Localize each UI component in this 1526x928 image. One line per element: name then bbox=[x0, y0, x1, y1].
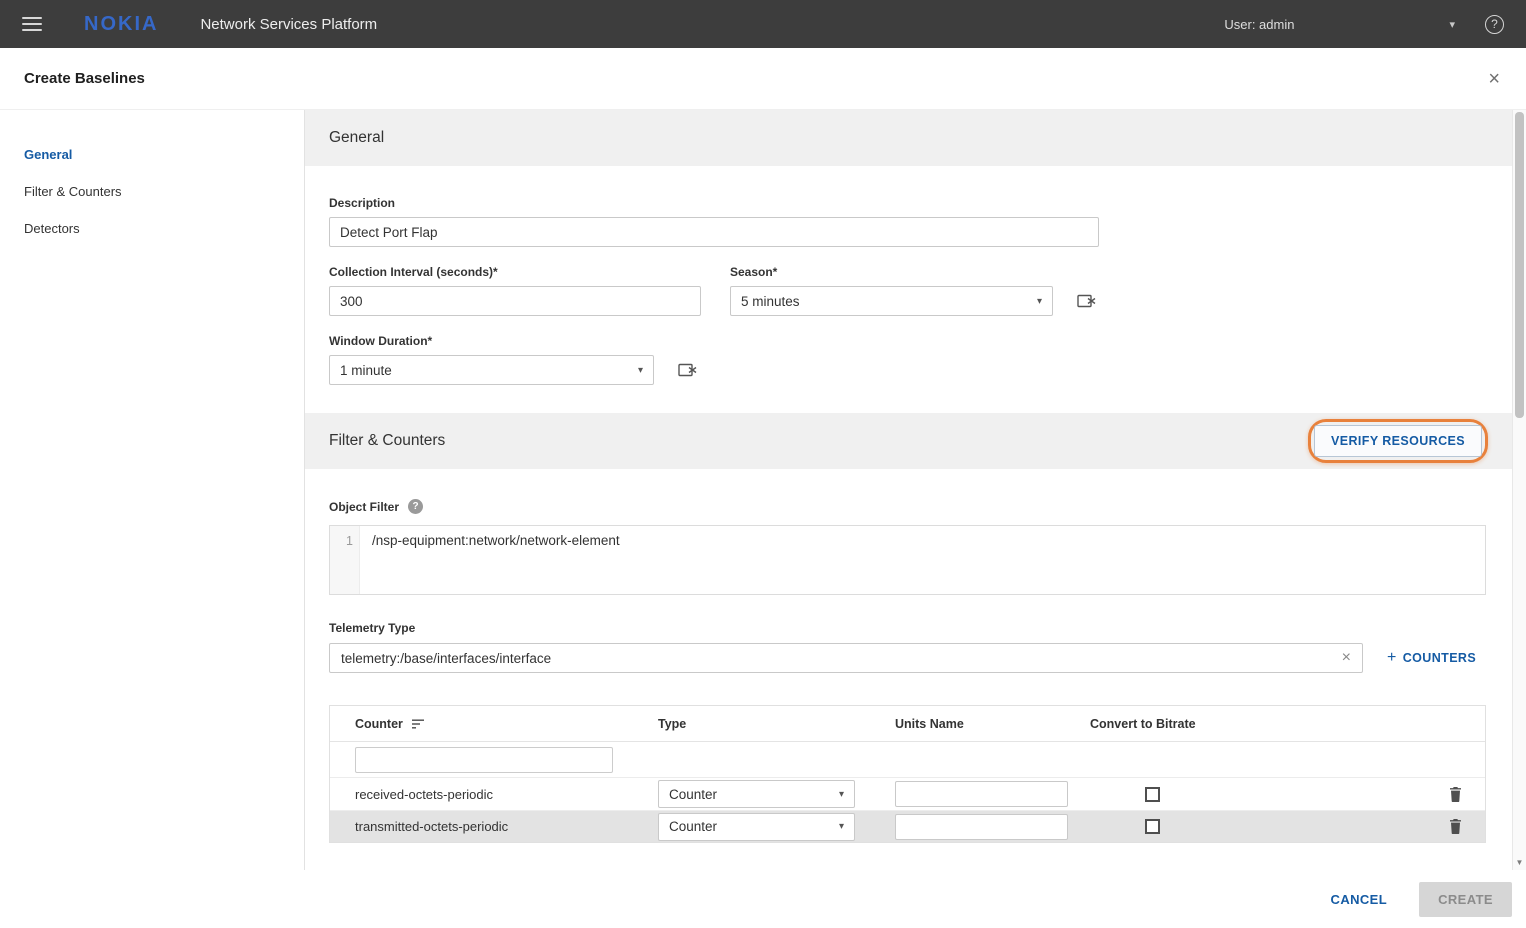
scrollbar-thumb[interactable] bbox=[1515, 112, 1524, 418]
chevron-down-icon: ▾ bbox=[1037, 296, 1042, 307]
sidebar-item-general[interactable]: General bbox=[0, 136, 304, 173]
table-row[interactable]: transmitted-octets-periodic Counter ▾ bbox=[330, 810, 1485, 842]
verify-resources-button[interactable]: VERIFY RESOURCES bbox=[1314, 425, 1482, 457]
chevron-down-icon: ▾ bbox=[638, 365, 643, 376]
convert-to-bitrate-checkbox[interactable] bbox=[1145, 787, 1160, 802]
help-icon[interactable]: ? bbox=[1485, 15, 1504, 34]
window-duration-select[interactable]: 1 minute ▾ bbox=[329, 355, 654, 385]
main-content: General Description Collection Interval … bbox=[305, 110, 1512, 870]
add-counters-button[interactable]: + COUNTERS bbox=[1387, 649, 1476, 667]
table-header-row: Counter Type Units Name Convert to Bitra… bbox=[330, 706, 1485, 742]
units-name-input[interactable] bbox=[895, 814, 1068, 840]
sidebar-item-detectors[interactable]: Detectors bbox=[0, 210, 304, 247]
convert-to-bitrate-checkbox[interactable] bbox=[1145, 819, 1160, 834]
column-header-type: Type bbox=[658, 717, 895, 731]
table-row[interactable]: received-octets-periodic Counter ▾ bbox=[330, 778, 1485, 810]
delete-row-icon[interactable] bbox=[1425, 819, 1485, 834]
column-header-units-name: Units Name bbox=[895, 717, 1090, 731]
counters-table: Counter Type Units Name Convert to Bitra… bbox=[329, 705, 1486, 843]
sidebar: General Filter & Counters Detectors bbox=[0, 110, 305, 870]
object-filter-value: /nsp-equipment:network/network-element bbox=[360, 526, 632, 594]
description-input[interactable] bbox=[329, 217, 1099, 247]
close-icon[interactable]: × bbox=[1488, 69, 1500, 89]
dialog-footer: CANCEL CREATE bbox=[0, 870, 1526, 928]
top-bar: NOKIA Network Services Platform User: ad… bbox=[0, 0, 1526, 48]
clear-input-icon[interactable]: × bbox=[1342, 650, 1351, 666]
create-button[interactable]: CREATE bbox=[1419, 882, 1512, 917]
filter-counters-section-body: Object Filter ? 1 /nsp-equipment:network… bbox=[305, 469, 1512, 843]
chevron-down-icon: ▾ bbox=[839, 821, 844, 832]
units-name-input[interactable] bbox=[895, 781, 1068, 807]
object-filter-label: Object Filter bbox=[329, 500, 399, 514]
sidebar-item-filter-counters[interactable]: Filter & Counters bbox=[0, 173, 304, 210]
general-section-body: Description Collection Interval (seconds… bbox=[305, 166, 1512, 413]
chevron-down-icon[interactable]: ▾ bbox=[1449, 18, 1455, 31]
nokia-logo: NOKIA bbox=[84, 13, 158, 36]
object-filter-editor[interactable]: 1 /nsp-equipment:network/network-element bbox=[329, 525, 1486, 595]
plus-icon: + bbox=[1387, 649, 1397, 667]
cancel-button[interactable]: CANCEL bbox=[1331, 892, 1388, 907]
vertical-scrollbar[interactable]: ▼ bbox=[1512, 110, 1526, 870]
column-header-counter: Counter bbox=[355, 717, 403, 731]
type-select-value: Counter bbox=[669, 819, 717, 834]
description-label: Description bbox=[329, 196, 1486, 210]
counter-name: received-octets-periodic bbox=[330, 787, 658, 802]
dialog-header: Create Baselines × bbox=[0, 48, 1526, 110]
counter-filter-input[interactable] bbox=[355, 747, 613, 773]
clear-selection-icon[interactable] bbox=[1077, 293, 1097, 309]
season-select-value: 5 minutes bbox=[741, 294, 800, 309]
type-select[interactable]: Counter ▾ bbox=[658, 813, 855, 841]
section-title: Filter & Counters bbox=[329, 432, 445, 450]
delete-row-icon[interactable] bbox=[1425, 787, 1485, 802]
verify-resources-highlight: VERIFY RESOURCES bbox=[1308, 419, 1488, 463]
menu-icon[interactable] bbox=[22, 17, 42, 31]
collection-interval-label: Collection Interval (seconds)* bbox=[329, 265, 701, 279]
object-filter-help-icon[interactable]: ? bbox=[408, 499, 423, 514]
column-header-convert-to-bitrate: Convert to Bitrate bbox=[1090, 717, 1425, 731]
page-title: Create Baselines bbox=[24, 70, 145, 87]
clear-selection-icon[interactable] bbox=[678, 362, 698, 378]
collection-interval-input[interactable] bbox=[329, 286, 701, 316]
counter-name: transmitted-octets-periodic bbox=[330, 819, 658, 834]
section-header-filter-counters: Filter & Counters VERIFY RESOURCES bbox=[305, 413, 1512, 469]
telemetry-type-value: telemetry:/base/interfaces/interface bbox=[341, 651, 551, 666]
type-select[interactable]: Counter ▾ bbox=[658, 780, 855, 808]
chevron-down-icon: ▾ bbox=[839, 789, 844, 800]
table-filter-row bbox=[330, 742, 1485, 778]
section-title: General bbox=[329, 129, 384, 147]
window-duration-label: Window Duration* bbox=[329, 334, 698, 348]
user-menu-label[interactable]: User: admin bbox=[1224, 17, 1294, 32]
sort-icon[interactable] bbox=[412, 719, 425, 729]
season-select[interactable]: 5 minutes ▾ bbox=[730, 286, 1053, 316]
dialog-body: General Filter & Counters Detectors Gene… bbox=[0, 110, 1526, 870]
app-title: Network Services Platform bbox=[200, 16, 377, 33]
season-label: Season* bbox=[730, 265, 1097, 279]
editor-line-number: 1 bbox=[330, 526, 360, 594]
telemetry-type-input[interactable]: telemetry:/base/interfaces/interface × bbox=[329, 643, 1363, 673]
window-duration-select-value: 1 minute bbox=[340, 363, 392, 378]
telemetry-type-label: Telemetry Type bbox=[329, 621, 1486, 635]
section-header-general: General bbox=[305, 110, 1512, 166]
scroll-down-icon[interactable]: ▼ bbox=[1513, 855, 1526, 869]
type-select-value: Counter bbox=[669, 787, 717, 802]
